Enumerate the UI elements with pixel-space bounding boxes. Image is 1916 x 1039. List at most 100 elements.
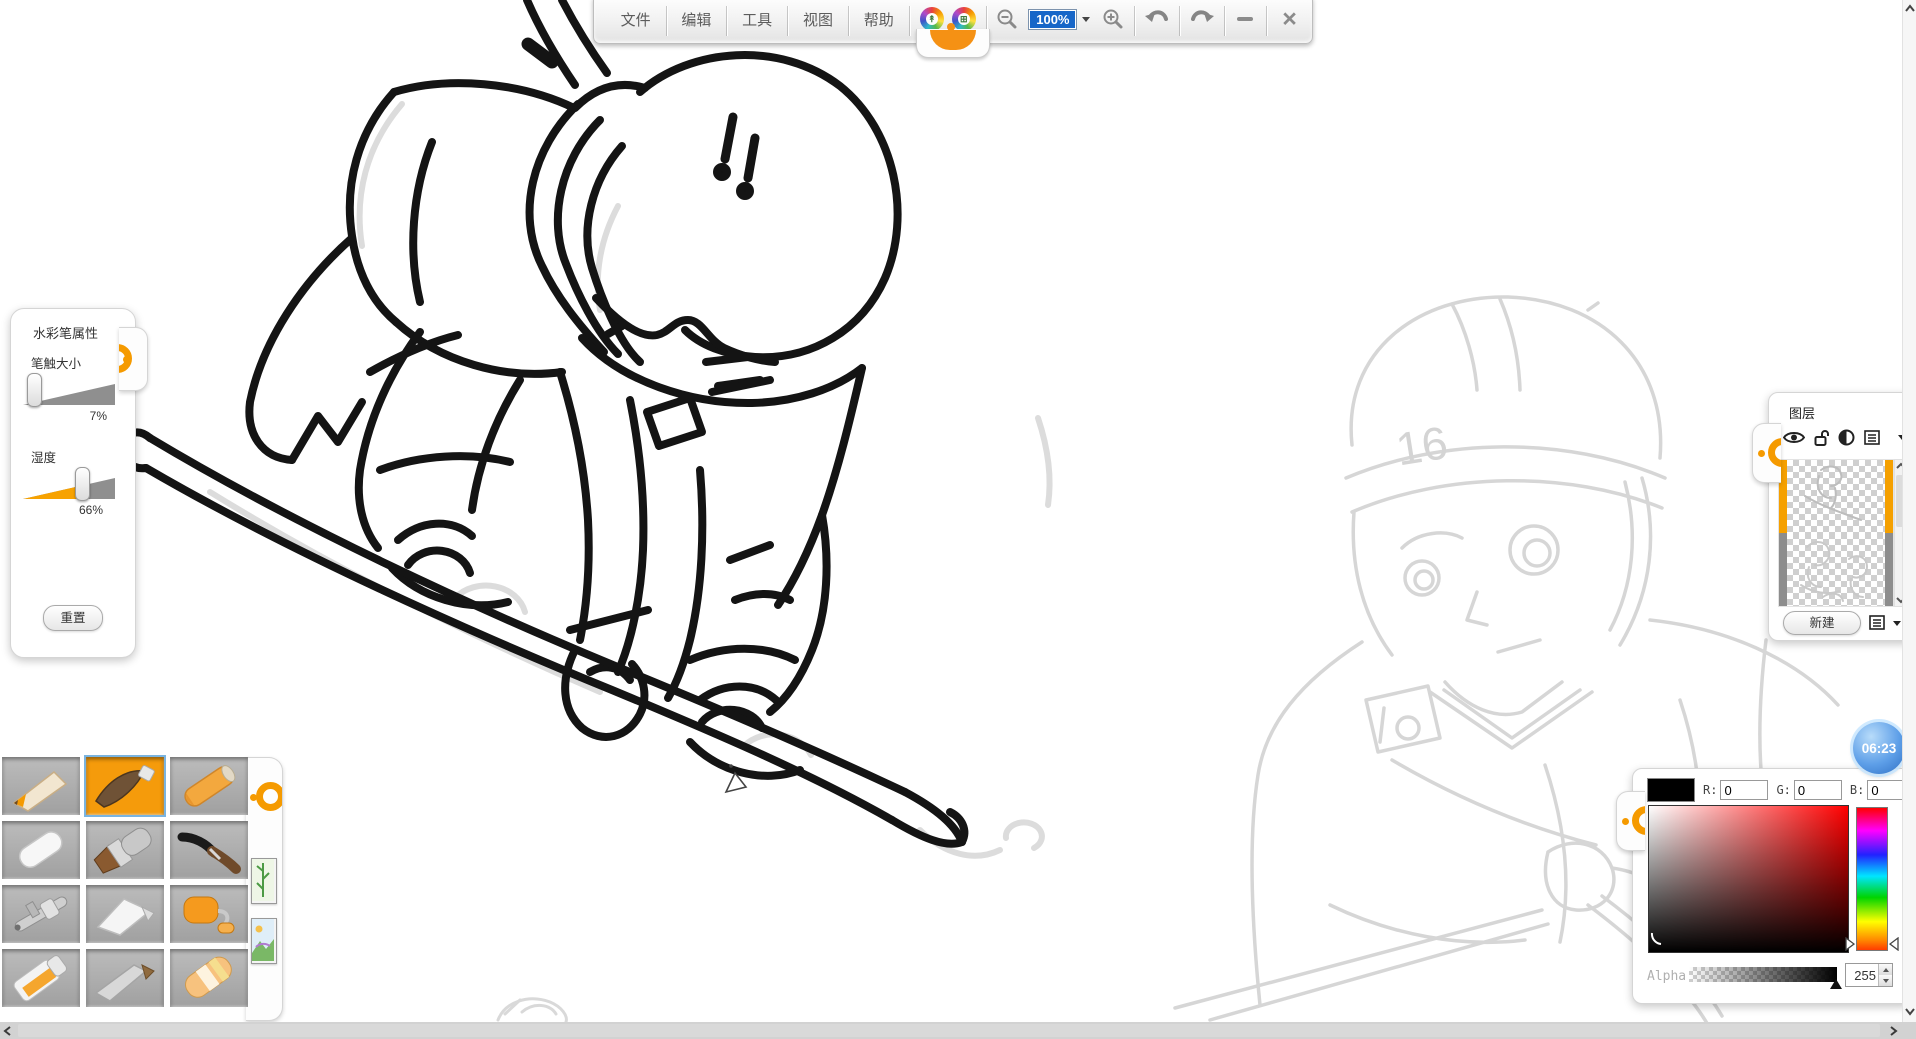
vertical-scrollbar[interactable] [1902, 0, 1916, 1022]
hscroll-thumb[interactable] [18, 1024, 1880, 1037]
new-layer-button[interactable]: 新建 [1783, 611, 1861, 635]
color-panel-grip[interactable] [1616, 791, 1645, 851]
zoom-out-button[interactable] [987, 2, 1026, 36]
wetness-label: 湿度 [31, 447, 56, 466]
bamboo-preview-icon [252, 859, 274, 901]
hue-slider[interactable] [1856, 807, 1888, 951]
r-label: R: [1703, 783, 1717, 797]
brush-palette-tab[interactable] [246, 757, 283, 1021]
layers-panel-grip[interactable] [1752, 423, 1781, 483]
chevron-down-icon[interactable] [1893, 621, 1901, 626]
eye-icon[interactable] [1783, 430, 1805, 445]
wetness-slider[interactable] [23, 467, 119, 501]
menu-file[interactable]: 文件 [606, 2, 666, 36]
scroll-down-button[interactable] [1904, 1007, 1916, 1016]
brush-crayon[interactable] [170, 757, 248, 815]
brush-roller[interactable] [170, 885, 248, 943]
color-picker-panel: R: G: B: Alpha 255 [1632, 768, 1912, 1004]
close-icon: × [1282, 9, 1297, 29]
saturation-value-picker[interactable] [1648, 805, 1849, 953]
rainbow-tool-icon[interactable]: ↟ [920, 7, 944, 31]
brush-knife[interactable] [86, 885, 164, 943]
brush-watercolor-selected[interactable] [86, 757, 164, 815]
brush-eraser[interactable] [170, 949, 248, 1007]
layer-tool-icons [1783, 429, 1906, 446]
layer-menu-icon[interactable] [1864, 430, 1884, 446]
roller-brush-icon [172, 887, 246, 941]
scroll-up-button[interactable] [1904, 4, 1916, 13]
toolbox-smile-tab[interactable] [916, 29, 990, 58]
smile-tab-icon [930, 30, 976, 50]
snowboarder-ink-drawing [124, 0, 965, 844]
layer-row[interactable] [1779, 533, 1893, 606]
contrast-icon[interactable] [1838, 429, 1855, 446]
layer1-preview-sketch [1787, 460, 1885, 533]
minimize-button[interactable] [1225, 2, 1266, 36]
layer-row-selected[interactable] [1779, 460, 1893, 533]
zoom-in-icon [1102, 8, 1124, 30]
spin-up-button[interactable] [1879, 964, 1892, 975]
brush-flat[interactable] [86, 821, 164, 879]
wetness-knob[interactable] [75, 467, 90, 501]
picture-preview-button[interactable] [251, 918, 277, 964]
layer-thumbnail-2[interactable] [1787, 533, 1885, 606]
layer-options-icon[interactable] [1869, 614, 1889, 632]
session-timer[interactable]: 06:23 [1853, 722, 1905, 774]
zoom-in-button[interactable] [1092, 2, 1133, 36]
reset-button[interactable]: 重置 [43, 605, 103, 631]
eraser-brush-icon [172, 951, 246, 1005]
g-label: G: [1776, 783, 1790, 797]
brush-palette [2, 757, 248, 1007]
chevron-down-icon[interactable] [1082, 17, 1090, 22]
brush-size-knob[interactable] [27, 373, 42, 407]
layer-thumbnail-1[interactable] [1787, 460, 1885, 533]
redo-button[interactable] [1180, 2, 1224, 36]
chevron-right-icon [1889, 1025, 1898, 1037]
brush-size-slider[interactable] [23, 373, 119, 407]
crayon-brush-icon [172, 759, 246, 813]
hue-marker-right[interactable] [1889, 937, 1899, 951]
brush-round[interactable] [86, 949, 164, 1007]
layer2-preview-sketch [1787, 533, 1885, 606]
timer-value: 06:23 [1862, 741, 1897, 756]
undo-icon [1144, 8, 1170, 30]
brush-properties-panel: 水彩笔属性 笔触大小 7% 湿度 66% 重置 [10, 308, 136, 658]
menu-view[interactable]: 视图 [788, 2, 848, 36]
alpha-slider[interactable] [1689, 967, 1837, 982]
menu-edit[interactable]: 编辑 [667, 2, 727, 36]
menu-help[interactable]: 帮助 [849, 2, 909, 36]
brush-airbrush[interactable] [2, 885, 80, 943]
layers-panel-title: 图层 [1789, 403, 1815, 422]
alpha-spinner: 255 [1845, 963, 1893, 987]
chevron-up-icon [1904, 4, 1916, 13]
pencil-brush-icon [4, 759, 78, 813]
bamboo-preview-button[interactable] [251, 858, 277, 904]
spin-down-button[interactable] [1879, 975, 1892, 986]
ink-brush-icon [172, 823, 246, 877]
g-input[interactable] [1794, 780, 1842, 800]
triangle-up-icon [1883, 968, 1889, 972]
undo-button[interactable] [1135, 2, 1179, 36]
scroll-left-button[interactable] [3, 1025, 12, 1037]
current-color-swatch[interactable] [1647, 778, 1695, 802]
alpha-marker[interactable] [1830, 979, 1842, 989]
r-input[interactable] [1720, 780, 1768, 800]
rgb-row: R: G: B: [1647, 778, 1915, 802]
hue-marker-left[interactable] [1845, 937, 1855, 951]
chalk-brush-icon [4, 823, 78, 877]
brush-pencil[interactable] [2, 757, 80, 815]
menu-tools[interactable]: 工具 [727, 2, 787, 36]
brush-panel-grip[interactable] [119, 327, 148, 391]
lock-open-icon[interactable] [1814, 429, 1829, 446]
close-button[interactable]: × [1267, 2, 1312, 36]
zoom-level-selector[interactable]: 100% [1028, 2, 1090, 36]
brush-marker[interactable] [2, 949, 80, 1007]
b-label: B: [1850, 783, 1864, 797]
horizontal-scrollbar[interactable] [0, 1022, 1916, 1039]
rainbow-globe-icon[interactable]: ⊞ [952, 7, 976, 31]
canvas-drawing-area[interactable]: 16 [0, 0, 1916, 1039]
scroll-right-button[interactable] [1889, 1025, 1898, 1037]
grip-handle-icon [1768, 438, 1781, 467]
brush-chalk[interactable] [2, 821, 80, 879]
brush-ink[interactable] [170, 821, 248, 879]
